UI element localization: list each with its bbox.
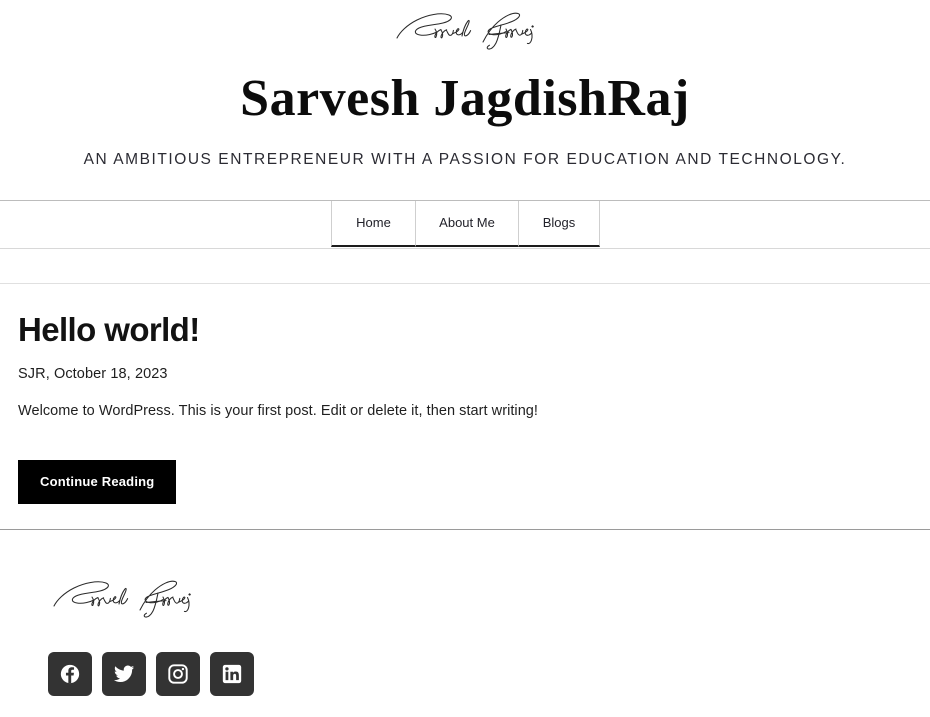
signature-logo-icon [396,12,534,50]
footer-logo[interactable] [48,576,930,630]
social-links [48,652,930,697]
social-link-linkedin[interactable] [210,652,254,697]
nav-item-label: Blogs [542,215,576,231]
site-title: Sarvesh JagdishRaj [240,70,690,127]
twitter-icon [113,665,135,683]
primary-navigation: Home About Me Blogs [0,199,930,249]
social-link-instagram[interactable] [156,652,200,697]
nav-item-label: Home [356,215,391,231]
post-title[interactable]: Hello world! [18,311,912,350]
instagram-icon [168,664,188,684]
header-logo[interactable] [0,4,930,56]
post-article: Hello world! SJR, October 18, 2023 Welco… [18,284,912,505]
post-excerpt: Welcome to WordPress. This is your first… [18,402,538,419]
continue-reading-button[interactable]: Continue Reading [18,460,177,505]
nav-item-label: About Me [439,215,495,231]
post-meta: SJR, October 18, 2023 [18,365,168,382]
social-link-facebook[interactable] [48,652,92,697]
nav-list: Home About Me Blogs [0,200,930,248]
nav-item-blogs[interactable]: Blogs [518,200,600,247]
nav-item-about-me[interactable]: About Me [415,200,519,247]
site-footer [0,530,930,697]
site-tagline: AN AMBITIOUS ENTREPRENEUR WITH A PASSION… [83,150,847,168]
main-content: Hello world! SJR, October 18, 2023 Welco… [0,284,930,505]
signature-logo-icon [53,580,191,618]
facebook-icon [60,664,80,684]
site-header: Sarvesh JagdishRaj AN AMBITIOUS ENTREPRE… [0,0,930,169]
social-link-twitter[interactable] [102,652,146,697]
nav-item-home[interactable]: Home [331,200,416,247]
linkedin-icon [222,664,242,684]
